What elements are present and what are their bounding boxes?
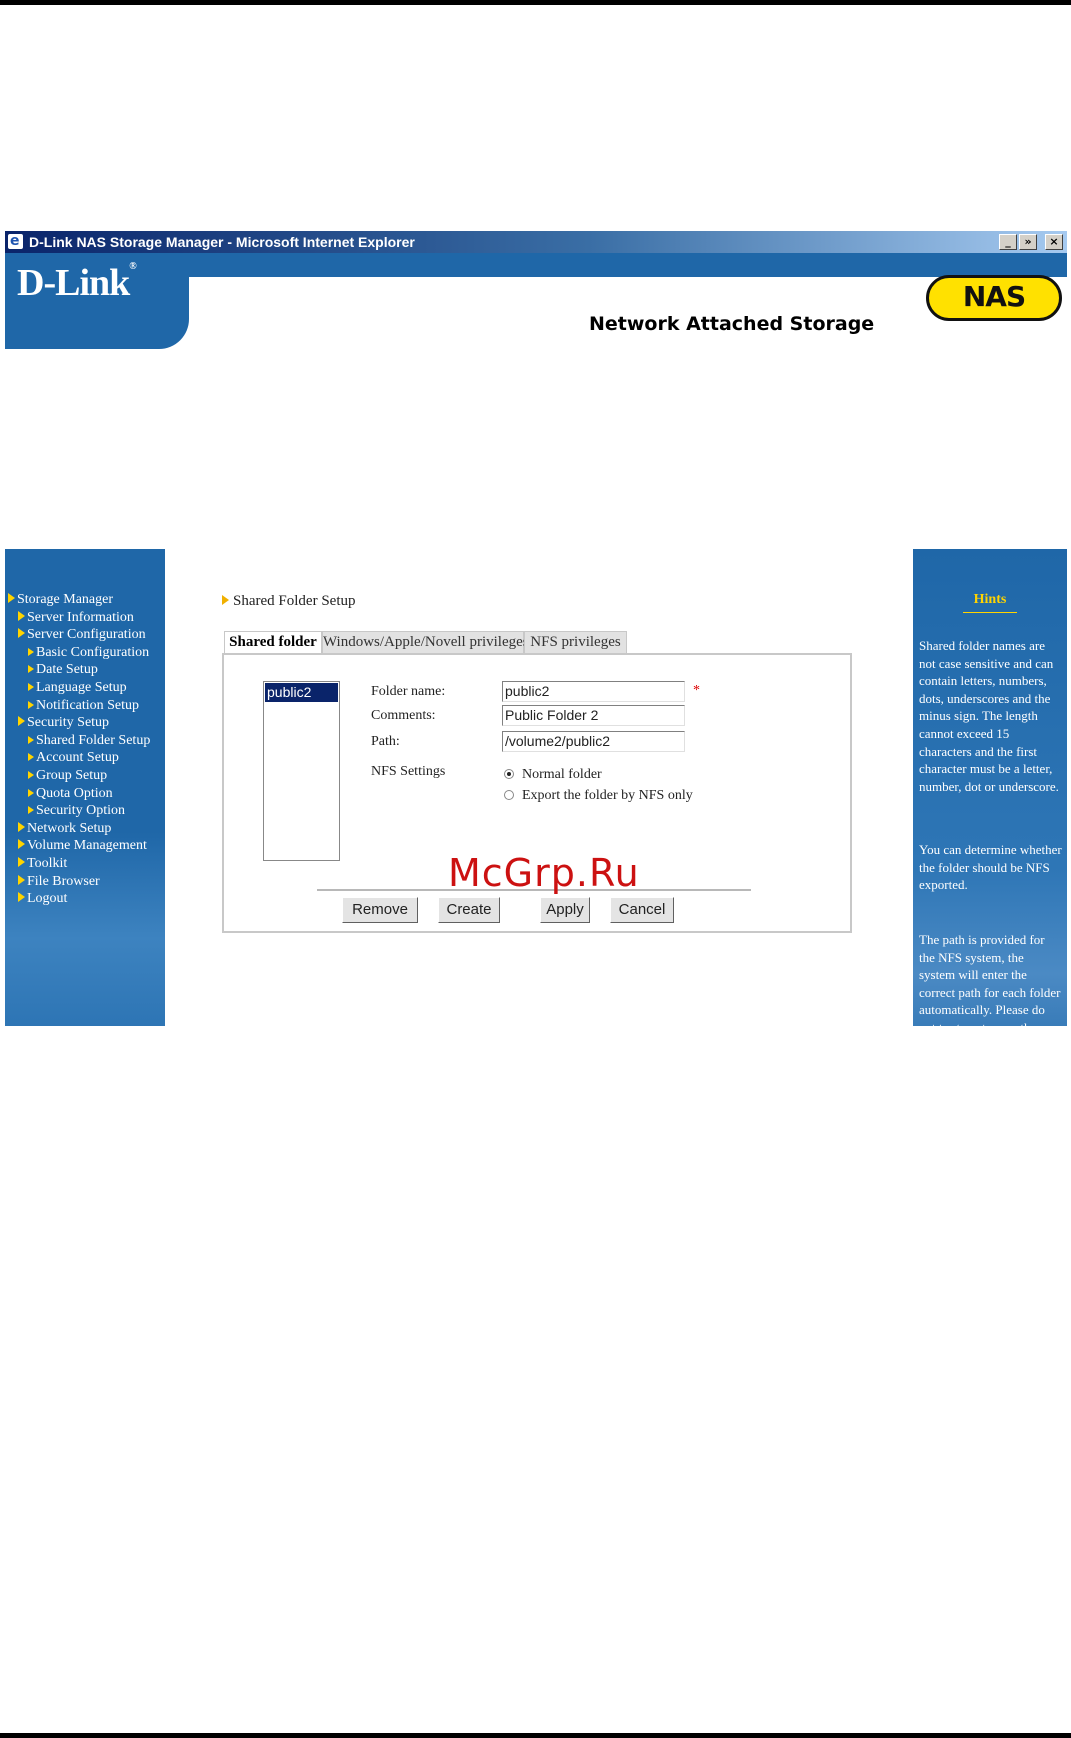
path-input[interactable]: /volume2/public2 <box>502 731 685 752</box>
sidebar-item-date-setup[interactable]: Date Setup <box>5 662 150 680</box>
sidebar-item-account-setup[interactable]: Account Setup <box>5 750 150 768</box>
dlink-logo: D-Link® <box>17 261 137 304</box>
sidebar-item-quota-option[interactable]: Quota Option <box>5 786 150 804</box>
radio-export-nfs-only[interactable] <box>504 790 514 800</box>
tab-windows-apple-novell-privileges[interactable]: Windows/Apple/Novell privileges <box>322 631 529 653</box>
nas-badge: NAS <box>926 275 1062 321</box>
close-button[interactable]: × <box>1045 234 1063 250</box>
hints-title: Hints <box>973 592 1007 607</box>
sidebar-item-security-setup[interactable]: Security Setup <box>5 715 150 733</box>
hint-paragraph-nfs-export: You can determine whether the folder sho… <box>919 842 1062 893</box>
create-button[interactable]: Create <box>438 897 500 923</box>
hints-underline <box>963 612 1017 613</box>
breadcrumb: Shared Folder Setup <box>222 593 355 610</box>
remove-button[interactable]: Remove <box>342 897 418 923</box>
sidebar-item-toolkit[interactable]: Toolkit <box>5 856 150 874</box>
radio-normal-folder[interactable] <box>504 769 514 779</box>
hint-paragraph-folder-names: Shared folder names are not case sensiti… <box>919 638 1059 794</box>
sidebar-item-security-option[interactable]: Security Option <box>5 803 150 821</box>
nav-arrow-icon <box>28 665 34 674</box>
main-content: Shared Folder Setup Shared folder Window… <box>165 231 913 1026</box>
minimize-button[interactable]: _ <box>999 234 1017 250</box>
sidebar-item-logout[interactable]: Logout <box>5 891 150 909</box>
sidebar-item-notification-setup[interactable]: Notification Setup <box>5 698 150 716</box>
nfs-settings-label: NFS Settings <box>371 764 446 779</box>
nav-arrow-icon <box>28 770 34 779</box>
comments-label: Comments: <box>371 708 436 723</box>
logo-block: D-Link® <box>5 253 189 349</box>
nfs-option-normal[interactable]: Normal folder <box>504 767 602 783</box>
cancel-button[interactable]: Cancel <box>610 897 674 923</box>
required-mark: * <box>693 683 700 698</box>
hint-paragraph-path: The path is provided for the NFS system,… <box>919 932 1061 1026</box>
breadcrumb-arrow-icon <box>222 595 229 605</box>
page-top-rule <box>0 0 1071 5</box>
nav-arrow-icon <box>18 892 25 903</box>
comments-input[interactable]: Public Folder 2 <box>502 705 685 726</box>
sidebar-item-language-setup[interactable]: Language Setup <box>5 680 150 698</box>
apply-button[interactable]: Apply <box>540 897 590 923</box>
sidebar-item-server-information[interactable]: Server Information <box>5 610 150 628</box>
nav-arrow-icon <box>18 856 25 867</box>
path-label: Path: <box>371 734 400 749</box>
nav-arrow-icon <box>18 821 25 832</box>
internet-explorer-icon: e <box>8 233 23 249</box>
nav-list: Storage Manager Server Information Server … <box>5 592 150 909</box>
nfs-option-export-only[interactable]: Export the folder by NFS only <box>504 788 693 804</box>
nav-arrow-icon <box>28 647 34 656</box>
sidebar-item-basic-configuration[interactable]: Basic Configuration <box>5 645 150 663</box>
nav-arrow-icon <box>18 610 25 621</box>
tab-nfs-privileges[interactable]: NFS privileges <box>524 631 627 653</box>
page-bottom-rule <box>0 1733 1071 1738</box>
sidebar-item-group-setup[interactable]: Group Setup <box>5 768 150 786</box>
nav-arrow-icon <box>28 753 34 762</box>
nav-arrow-icon <box>18 839 25 850</box>
sidebar-item-server-configuration[interactable]: Server Configuration <box>5 627 150 645</box>
nav-arrow-icon <box>28 806 34 815</box>
folder-list[interactable]: public2 <box>263 681 340 861</box>
watermark: McGrp.Ru <box>448 851 640 895</box>
browser-window: e D-Link NAS Storage Manager - Microsoft… <box>5 231 1067 1026</box>
nav-arrow-icon <box>18 628 25 639</box>
folder-name-input[interactable]: public2 <box>502 681 685 702</box>
hints-panel: Hints Shared folder names are not case s… <box>913 549 1067 1026</box>
nav-arrow-icon <box>8 593 15 603</box>
sidebar-item-network-setup[interactable]: Network Setup <box>5 821 150 839</box>
tab-shared-folder[interactable]: Shared folder <box>224 631 322 655</box>
nav-arrow-icon <box>28 735 34 744</box>
folder-list-item-selected[interactable]: public2 <box>265 683 338 702</box>
sidebar-item-volume-management[interactable]: Volume Management <box>5 838 150 856</box>
nav-arrow-icon <box>18 874 25 885</box>
sidebar-item-shared-folder-setup[interactable]: Shared Folder Setup <box>5 733 150 751</box>
folder-name-label: Folder name: <box>371 684 446 699</box>
nav-arrow-icon <box>18 716 25 727</box>
sidebar-nav: Storage Manager Server Information Server … <box>5 549 165 1026</box>
nav-arrow-icon <box>28 700 34 709</box>
nav-arrow-icon <box>28 788 34 797</box>
nav-arrow-icon <box>28 682 34 691</box>
sidebar-item-storage-manager[interactable]: Storage Manager <box>5 592 150 610</box>
sidebar-item-file-browser[interactable]: File Browser <box>5 874 150 892</box>
maximize-button[interactable]: » <box>1019 234 1037 250</box>
